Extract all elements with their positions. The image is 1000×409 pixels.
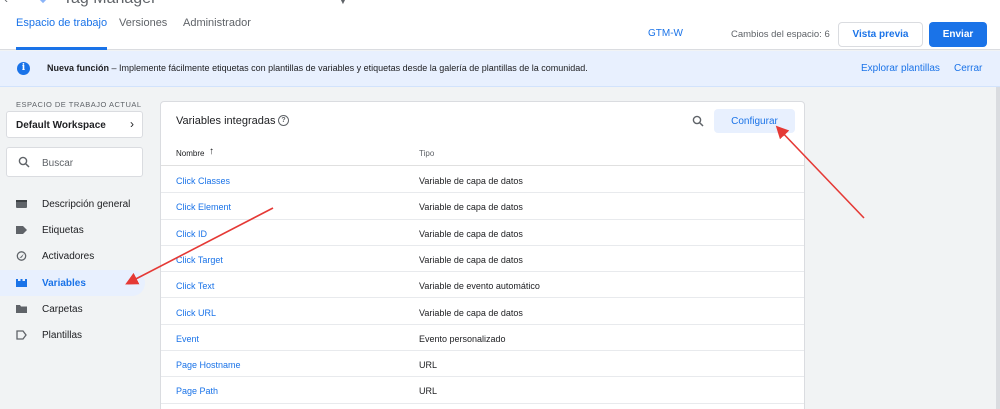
search-icon [18, 156, 30, 168]
sidebar-item-label: Etiquetas [42, 225, 84, 236]
sidebar-search[interactable]: Buscar [6, 147, 143, 177]
table-row[interactable]: Click Classes Variable de capa de datos [161, 167, 804, 194]
search-icon[interactable] [692, 115, 704, 127]
app-name: Tag Manager [63, 0, 156, 8]
close-banner-link[interactable]: Cerrar [954, 63, 982, 74]
help-circle-icon[interactable]: ? [278, 115, 289, 126]
table-row[interactable]: Click ID Variable de capa de datos [161, 220, 804, 246]
sidebar-item-label: Plantillas [42, 330, 83, 341]
variable-name-link[interactable]: Click ID [176, 229, 207, 239]
app-title-row: ‹ Tag Manager ▼ ⁞⁞ ● ⁝ [0, 0, 1000, 8]
sidebar-item-triggers[interactable]: Activadores [0, 243, 145, 269]
new-feature-banner: i Nueva función – Implemente fácilmente … [0, 51, 1000, 87]
preview-button[interactable]: Vista previa [838, 22, 923, 47]
variable-type: URL [419, 386, 438, 397]
sidebar-item-label: Carpetas [42, 304, 83, 315]
variable-name-link[interactable]: Page Hostname [176, 360, 241, 370]
variable-type: Variable de capa de datos [419, 228, 523, 239]
workspace-label: ESPACIO DE TRABAJO ACTUAL [16, 100, 142, 109]
top-bar: ‹ Tag Manager ▼ ⁞⁞ ● ⁝ Espacio de trabaj… [0, 0, 1000, 50]
sidebar-item-tags[interactable]: Etiquetas [0, 217, 145, 243]
template-icon [16, 330, 27, 340]
column-header-type: Tipo [419, 149, 435, 158]
table-row[interactable]: Click Target Variable de capa de datos [161, 246, 804, 273]
overview-icon [16, 200, 27, 208]
table-row[interactable]: Event Evento personalizado [161, 325, 804, 352]
explore-templates-link[interactable]: Explorar plantillas [861, 63, 940, 74]
sidebar-item-label: Variables [42, 278, 86, 289]
variable-name-link[interactable]: Page Path [176, 386, 218, 396]
scrollbar[interactable] [996, 87, 1000, 409]
tab-workspace[interactable]: Espacio de trabajo [16, 17, 108, 50]
configure-button[interactable]: Configurar [714, 109, 795, 133]
variable-type: URL [419, 360, 438, 371]
variable-name-link[interactable]: Click URL [176, 308, 216, 318]
variable-type: Evento personalizado [419, 333, 506, 344]
trigger-icon [16, 251, 27, 261]
variable-name-link[interactable]: Click Element [176, 202, 231, 212]
variable-type: Variable de evento automático [419, 281, 540, 292]
sidebar-item-folders[interactable]: Carpetas [0, 296, 145, 322]
variable-type: Variable de capa de datos [419, 307, 523, 318]
sidebar-item-overview[interactable]: Descripción general [0, 191, 145, 217]
tab-label: Espacio de trabajo [16, 17, 108, 29]
chevron-right-icon: › [130, 117, 134, 131]
variable-name-link[interactable]: Click Classes [176, 176, 230, 186]
container-id[interactable]: GTM-W [648, 28, 683, 39]
table-row[interactable]: Page Path URL [161, 377, 804, 404]
variable-type: Variable de capa de datos [419, 254, 523, 265]
variable-type: Variable de capa de datos [419, 202, 523, 213]
info-icon: i [17, 62, 30, 75]
tab-label: Administrador [183, 17, 251, 29]
sort-ascending-icon[interactable]: ↑ [209, 146, 214, 157]
workspace-changes: Cambios del espacio: 6 [731, 29, 830, 40]
table-row[interactable]: Click Element Variable de capa de datos [161, 193, 804, 220]
table-header: Nombre ↑ Tipo [161, 140, 804, 166]
banner-text: Nueva función – Implemente fácilmente et… [47, 63, 588, 73]
tab-versions[interactable]: Versiones [119, 17, 167, 50]
sidebar-item-label: Descripción general [42, 199, 131, 210]
gtm-logo-icon [39, 0, 47, 4]
variable-type: Variable de capa de datos [419, 176, 523, 186]
variable-name-link[interactable]: Click Text [176, 281, 214, 291]
variable-name-link[interactable]: Click Target [176, 255, 223, 265]
workspace-name: Default Workspace [16, 120, 106, 131]
account-dropdown-icon[interactable]: ▼ [338, 0, 348, 7]
tag-icon [16, 226, 27, 234]
sidebar-item-templates[interactable]: Plantillas [0, 322, 145, 348]
tab-label: Versiones [119, 17, 168, 29]
back-icon[interactable]: ‹ [4, 0, 8, 6]
tab-admin[interactable]: Administrador [183, 17, 251, 50]
table-row[interactable]: Click URL Variable de capa de datos [161, 299, 804, 325]
table-row[interactable]: Click Text Variable de evento automático [161, 272, 804, 299]
workspace-selector[interactable]: Default Workspace › [6, 111, 143, 138]
variable-name-link[interactable]: Event [176, 334, 199, 344]
card-title: Variables integradas [176, 115, 276, 127]
search-placeholder: Buscar [42, 158, 74, 169]
builtin-variables-card: Variables integradas ? Configurar Nombre… [160, 101, 805, 409]
submit-button[interactable]: Enviar [929, 22, 987, 47]
variables-icon [16, 279, 27, 287]
folder-icon [16, 305, 27, 313]
banner-bold: Nueva función [47, 63, 110, 73]
sidebar-item-label: Activadores [42, 251, 95, 262]
column-header-name[interactable]: Nombre [176, 149, 204, 158]
table-row[interactable]: Page Hostname URL [161, 351, 804, 378]
sidebar-item-variables[interactable]: Variables [0, 270, 145, 296]
banner-message: – Implemente fácilmente etiquetas con pl… [109, 63, 588, 73]
